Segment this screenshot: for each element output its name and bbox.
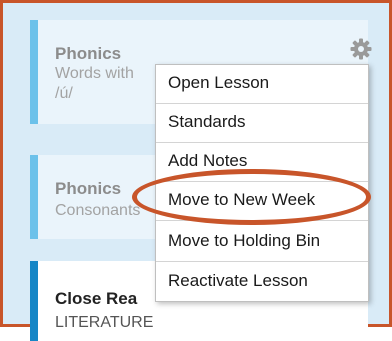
menu-divider — [156, 103, 368, 104]
menu-item-open-lesson[interactable]: Open Lesson — [168, 73, 269, 93]
menu-divider — [156, 142, 368, 143]
lesson-subtitle: LITERATURE — [55, 314, 154, 331]
menu-divider — [156, 261, 368, 262]
lesson-context-menu: Open Lesson Standards Add Notes Move to … — [155, 64, 369, 302]
menu-divider — [156, 181, 368, 182]
menu-item-add-notes[interactable]: Add Notes — [168, 151, 247, 171]
lesson-subtitle: Words with — [55, 65, 134, 82]
gear-icon[interactable] — [349, 37, 373, 61]
menu-item-reactivate-lesson[interactable]: Reactivate Lesson — [168, 271, 308, 291]
lesson-subtitle: /ú/ — [55, 85, 73, 102]
lesson-title: Close Rea — [55, 289, 138, 308]
lesson-title: Phonics — [55, 179, 122, 198]
menu-item-move-to-new-week[interactable]: Move to New Week — [168, 190, 315, 210]
menu-divider — [156, 220, 368, 221]
menu-item-move-to-holding-bin[interactable]: Move to Holding Bin — [168, 231, 320, 251]
menu-item-standards[interactable]: Standards — [168, 112, 246, 132]
lesson-subtitle: Consonants — [55, 202, 141, 219]
lesson-title: Phonics — [55, 44, 122, 63]
